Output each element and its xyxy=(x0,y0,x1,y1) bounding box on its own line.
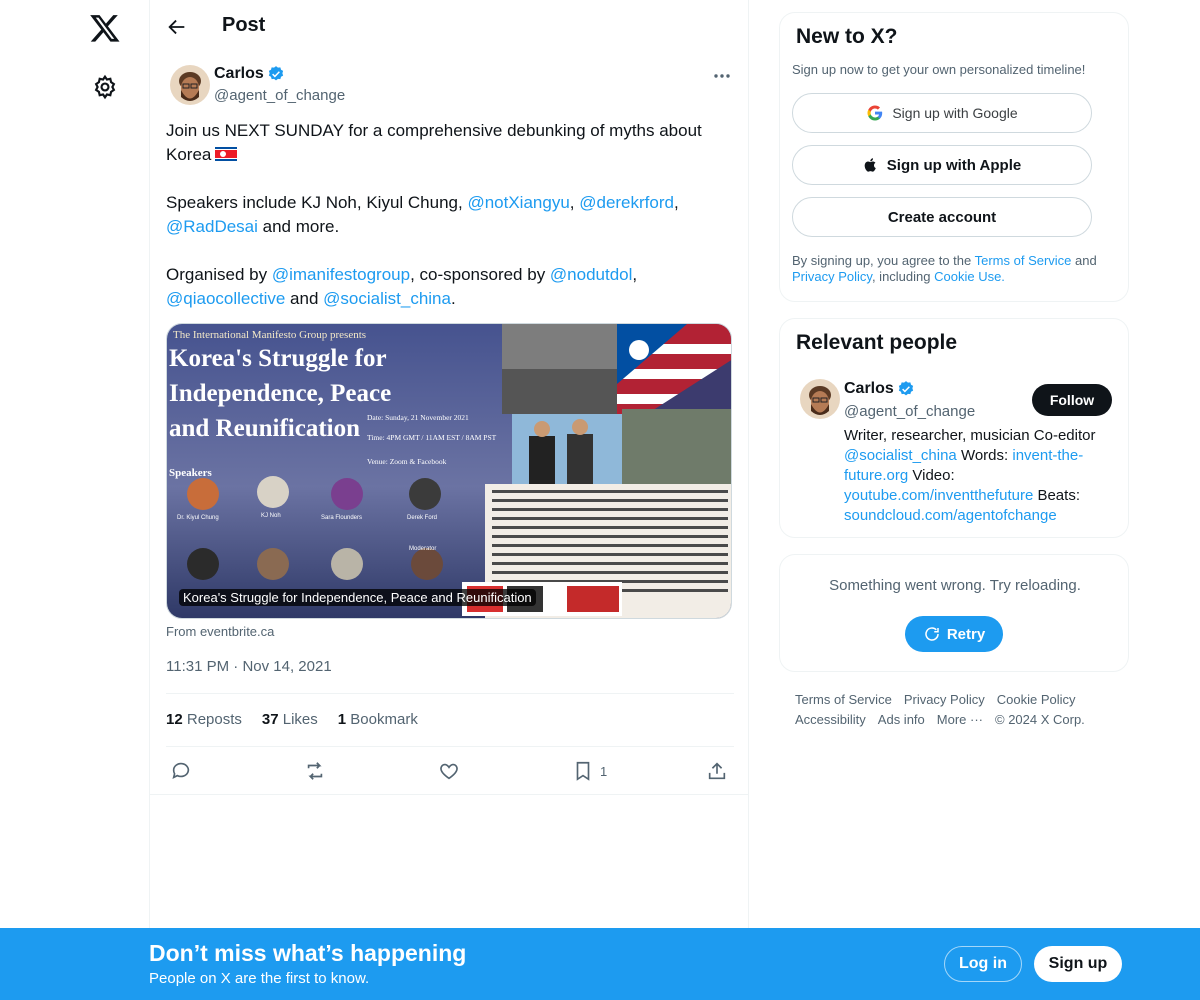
main-column: Post Carlos @agent_of_change Join us NEX… xyxy=(149,0,749,1000)
like-button[interactable] xyxy=(438,758,460,784)
signup-card: New to X? Sign up now to get your own pe… xyxy=(779,12,1129,302)
poster-moderator-label: Moderator xyxy=(409,546,436,552)
poster-speaker-name: KJ Noh xyxy=(261,513,281,519)
apple-icon xyxy=(864,158,876,172)
north-korea-flag-icon xyxy=(215,144,238,161)
sidebar-footer: Terms of Service Privacy Policy Cookie Pol… xyxy=(795,690,1115,730)
google-icon xyxy=(867,105,883,121)
mention-link[interactable]: @notXiangyu xyxy=(467,193,569,212)
tweet-stats: 12 Reposts 37 Likes 1 Bookmark xyxy=(166,711,418,728)
footer-link[interactable]: Cookie Policy xyxy=(997,690,1076,710)
repost-icon xyxy=(307,762,323,780)
copyright: © 2024 X Corp. xyxy=(995,712,1085,727)
poster-venue: Venue: Zoom & Facebook xyxy=(367,457,447,466)
divider xyxy=(150,794,748,795)
poster-title-line: and Reunification xyxy=(169,415,360,442)
error-message: Something went wrong. Try reloading. xyxy=(829,577,1081,594)
share-icon xyxy=(708,762,726,780)
poster-speaker-name: Sara Flounders xyxy=(321,515,362,521)
tweet-author: Carlos @agent_of_change xyxy=(166,62,734,110)
link-domain[interactable]: From eventbrite.ca xyxy=(166,624,274,639)
create-account-button[interactable]: Create account xyxy=(792,197,1092,237)
poster-kicker: The International Manifesto Group presen… xyxy=(173,329,366,341)
avatar[interactable] xyxy=(170,65,210,105)
poster-title-line: Korea's Struggle for xyxy=(169,345,387,372)
bottom-bar-headline: Don’t miss what’s happening xyxy=(149,940,467,966)
likes-stat[interactable]: 37 Likes xyxy=(262,711,318,728)
bookmark-icon xyxy=(576,761,590,781)
signup-card-subtitle: Sign up now to get your own personalized… xyxy=(792,62,1086,77)
signup-card-title: New to X? xyxy=(796,25,898,48)
bottom-signup-bar: Don’t miss what’s happening People on X … xyxy=(0,928,1200,1000)
privacy-link[interactable]: Privacy Policy xyxy=(792,269,872,284)
gear-icon[interactable] xyxy=(92,74,118,100)
like-icon xyxy=(440,763,458,780)
refresh-icon xyxy=(925,627,939,641)
left-rail xyxy=(0,0,150,1000)
person-bio: Writer, researcher, musician Co-editor @… xyxy=(844,427,1096,524)
mention-link[interactable]: @imanifestogroup xyxy=(272,265,410,284)
terms-link[interactable]: Terms of Service xyxy=(975,253,1072,268)
sign-up-google-button[interactable]: Sign up with Google xyxy=(792,93,1092,133)
relevant-people-card: Relevant people Carlos @agent_of_change … xyxy=(779,318,1129,538)
divider xyxy=(166,746,734,747)
bookmarks-stat[interactable]: 1 Bookmark xyxy=(338,711,418,728)
poster-speaker-name: Dr. Kiyul Chung xyxy=(177,515,219,521)
mention-link[interactable]: @socialist_china xyxy=(323,289,451,308)
sign-up-apple-button[interactable]: Sign up with Apple xyxy=(792,145,1092,185)
reposts-stat[interactable]: 12 Reposts xyxy=(166,711,242,728)
avatar[interactable] xyxy=(800,379,840,419)
reply-icon xyxy=(172,762,190,779)
mention-link[interactable]: @RadDesai xyxy=(166,217,258,236)
divider xyxy=(166,693,734,694)
signup-legal-text: By signing up, you agree to the Terms of… xyxy=(792,253,1097,284)
footer-link[interactable]: Ads info xyxy=(878,710,925,730)
author-handle[interactable]: @agent_of_change xyxy=(214,87,345,104)
bookmark-button[interactable]: 1 xyxy=(572,758,607,784)
tweet-text: Join us NEXT SUNDAY for a comprehensive … xyxy=(166,121,707,308)
bio-link[interactable]: @socialist_china xyxy=(844,447,957,464)
cookie-link[interactable]: Cookie Use. xyxy=(934,269,1005,284)
retry-button[interactable]: Retry xyxy=(905,616,1003,652)
bio-link[interactable]: youtube.com/inventthefuture xyxy=(844,487,1033,504)
footer-more-link[interactable]: More ··· xyxy=(937,710,983,730)
repost-button[interactable] xyxy=(304,758,326,784)
top-bar: Post xyxy=(150,0,750,53)
trends-card: Something went wrong. Try reloading. Ret… xyxy=(779,554,1129,672)
link-card-media[interactable]: The International Manifesto Group presen… xyxy=(166,323,732,619)
verified-badge-icon xyxy=(898,381,913,396)
footer-link[interactable]: Terms of Service xyxy=(795,690,892,710)
tweet-actions: 1 xyxy=(166,758,734,784)
footer-link[interactable]: Privacy Policy xyxy=(904,690,985,710)
mention-link[interactable]: @derekrford xyxy=(579,193,674,212)
verified-badge-icon xyxy=(268,66,283,81)
signup-button[interactable]: Sign up xyxy=(1034,946,1122,982)
flags-photo xyxy=(617,324,731,414)
mention-link[interactable]: @qiaocollective xyxy=(166,289,285,308)
poster-date: Date: Sunday, 21 November 2021 xyxy=(367,413,469,422)
login-button[interactable]: Log in xyxy=(944,946,1022,982)
person-handle[interactable]: @agent_of_change xyxy=(844,403,975,420)
page-title: Post xyxy=(222,14,266,36)
media-caption: Korea's Struggle for Independence, Peace… xyxy=(179,589,536,606)
reply-button[interactable] xyxy=(170,758,192,784)
follow-button[interactable]: Follow xyxy=(1032,384,1112,416)
footer-link[interactable]: Accessibility xyxy=(795,710,866,730)
poster-speaker-name: Derek Ford xyxy=(407,515,437,521)
more-icon[interactable] xyxy=(710,66,734,86)
relevant-people-title: Relevant people xyxy=(796,331,958,354)
event-poster-image: The International Manifesto Group presen… xyxy=(167,324,731,618)
mention-link[interactable]: @nodutdol xyxy=(550,265,633,284)
tweet-timestamp[interactable]: 11:31 PM · Nov 14, 2021 xyxy=(166,658,332,675)
poster-time: Time: 4PM GMT / 11AM EST / 8AM PST xyxy=(367,433,497,442)
share-button[interactable] xyxy=(706,758,728,784)
back-arrow-icon[interactable] xyxy=(166,16,188,38)
bottom-bar-subtext: People on X are the first to know. xyxy=(149,970,370,987)
author-name[interactable]: Carlos xyxy=(214,65,285,83)
x-logo-icon[interactable] xyxy=(89,12,121,44)
bio-link[interactable]: soundcloud.com/agentofchange xyxy=(844,507,1057,524)
poster-title-line: Independence, Peace xyxy=(169,380,391,407)
person-name[interactable]: Carlos xyxy=(844,380,915,398)
poster-speakers-label: Speakers xyxy=(169,467,213,479)
